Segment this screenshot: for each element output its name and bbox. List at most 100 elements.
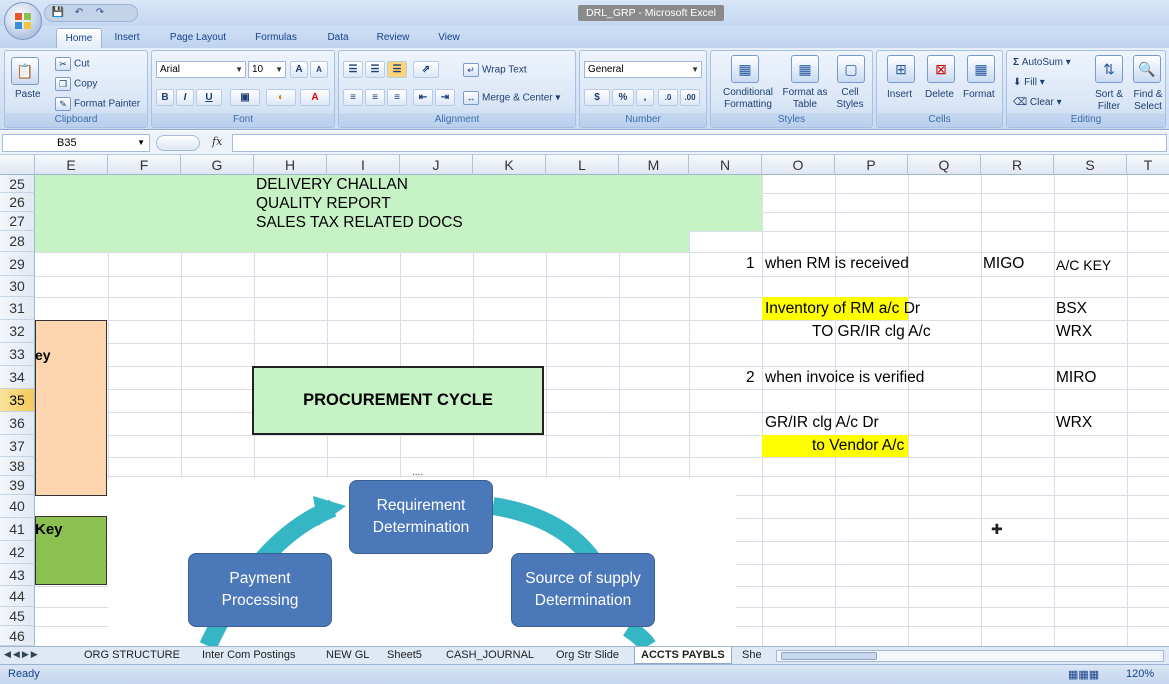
cell-h25[interactable]: DELIVERY CHALLAN	[256, 175, 408, 195]
sheet-tab[interactable]: Sheet5	[381, 647, 428, 664]
sheet-tab[interactable]: CASH_JOURNAL	[440, 647, 540, 664]
row-header[interactable]: 28	[0, 231, 35, 252]
cell-styles-button[interactable]: Cell Styles	[829, 87, 871, 111]
undo-icon[interactable]: ↶	[72, 7, 86, 19]
format-cells-icon[interactable]: ▦	[967, 55, 995, 83]
tab-formulas[interactable]: Formulas	[246, 28, 306, 48]
column-header[interactable]: E	[35, 155, 108, 175]
insert-button[interactable]: Insert	[887, 89, 912, 100]
sheet-tab-active[interactable]: ACCTS PAYBLS	[634, 647, 732, 664]
tab-page-layout[interactable]: Page Layout	[162, 28, 234, 48]
align-bottom-icon[interactable]: ☰	[387, 61, 407, 78]
comma-button[interactable]: ,	[636, 89, 654, 106]
column-header[interactable]: M	[619, 155, 689, 175]
procurement-diagram[interactable]: Requirement Determination Payment Proces…	[108, 478, 736, 646]
cell-styles-icon[interactable]: ▢	[837, 55, 865, 83]
font-color-icon[interactable]: A	[300, 89, 330, 106]
formula-buttons[interactable]	[156, 135, 200, 151]
office-button[interactable]	[4, 2, 42, 40]
column-header[interactable]: F	[108, 155, 181, 175]
row-header[interactable]: 33	[0, 343, 35, 366]
cell-r29[interactable]: MIGO	[983, 254, 1024, 274]
row-header[interactable]: 39	[0, 476, 35, 495]
align-left-icon[interactable]: ≡	[343, 89, 363, 106]
percent-button[interactable]: %	[612, 89, 634, 106]
column-header[interactable]: O	[762, 155, 835, 175]
conditional-formatting-button[interactable]: Conditional Formatting	[715, 87, 781, 111]
copy-button[interactable]: Copy	[74, 79, 97, 90]
procurement-cycle-box[interactable]: PROCUREMENT CYCLE	[252, 366, 544, 435]
decrease-decimal-icon[interactable]: .00	[680, 89, 700, 106]
sheet-tab[interactable]: Inter Com Postings	[196, 647, 302, 664]
column-header[interactable]: K	[473, 155, 546, 175]
column-header[interactable]: I	[327, 155, 400, 175]
select-all-corner[interactable]	[0, 155, 35, 175]
view-buttons-icon[interactable]: ▦▦▦	[1068, 668, 1099, 681]
fill-color-icon[interactable]: ◐	[266, 89, 296, 106]
column-header[interactable]: N	[689, 155, 762, 175]
sheet-tab[interactable]: ORG STRUCTURE	[78, 647, 186, 664]
row-header[interactable]: 34	[0, 366, 35, 389]
row-header[interactable]: 40	[0, 495, 35, 518]
delete-button[interactable]: Delete	[925, 89, 954, 100]
redo-icon[interactable]: ↷	[93, 7, 107, 19]
save-icon[interactable]: 💾	[51, 7, 65, 19]
format-as-table-button[interactable]: Format as Table	[781, 87, 829, 111]
row-header[interactable]: 41	[0, 518, 35, 541]
row-header[interactable]: 31	[0, 297, 35, 320]
row-header[interactable]: 27	[0, 212, 35, 231]
worksheet-grid[interactable]: 25 26 27 28 29 30 31 32 33 34 35 36 37 3…	[0, 175, 1169, 646]
cell-n34[interactable]: 2	[746, 368, 755, 388]
align-top-icon[interactable]: ☰	[343, 61, 363, 78]
sheet-tab[interactable]: NEW GL	[320, 647, 375, 664]
name-box[interactable]: B35 ▼	[2, 134, 150, 152]
sheet-tab[interactable]: Org Str Slide	[550, 647, 625, 664]
binoculars-icon[interactable]: 🔍	[1133, 55, 1161, 83]
row-header[interactable]: 36	[0, 412, 35, 435]
format-table-icon[interactable]: ▦	[791, 55, 819, 83]
decrease-indent-icon[interactable]: ⇤	[413, 89, 433, 106]
align-center-icon[interactable]: ≡	[365, 89, 385, 106]
paste-button[interactable]: Paste	[15, 89, 41, 100]
row-header[interactable]: 45	[0, 607, 35, 626]
row-header-selected[interactable]: 35	[0, 389, 35, 412]
cell-s29[interactable]: A/C KEY	[1056, 255, 1111, 275]
paste-icon[interactable]: 📋	[11, 57, 39, 85]
sheet-nav-arrows-icon[interactable]: ◀◀▶▶	[4, 649, 40, 660]
sheet-tab[interactable]: She	[736, 647, 768, 664]
cell-o32[interactable]: TO GR/IR clg A/c	[812, 322, 931, 342]
bold-button[interactable]: B	[156, 89, 174, 106]
zoom-level[interactable]: 120%	[1126, 668, 1154, 680]
insert-function-icon[interactable]: fx	[212, 135, 222, 148]
cell-e41[interactable]: Key	[35, 520, 63, 540]
increase-decimal-icon[interactable]: .0	[658, 89, 678, 106]
insert-cells-icon[interactable]: ⊞	[887, 55, 915, 83]
shrink-font-button[interactable]: A	[310, 61, 328, 78]
column-header[interactable]: R	[981, 155, 1054, 175]
clear-button[interactable]: Clear	[1030, 97, 1054, 108]
cell-s32[interactable]: WRX	[1056, 322, 1092, 342]
tab-review[interactable]: Review	[368, 28, 418, 48]
formula-input[interactable]	[232, 134, 1167, 152]
row-header[interactable]: 37	[0, 435, 35, 457]
sort-filter-button[interactable]: Sort & Filter	[1089, 89, 1129, 113]
requirement-determination-node[interactable]: Requirement Determination	[349, 480, 493, 554]
cell-e33[interactable]: ey	[35, 345, 51, 365]
tab-home[interactable]: Home	[56, 28, 102, 48]
increase-indent-icon[interactable]: ⇥	[435, 89, 455, 106]
cell-o37[interactable]: to Vendor A/c	[812, 436, 904, 456]
tab-view[interactable]: View	[428, 28, 470, 48]
format-button[interactable]: Format	[963, 89, 995, 100]
payment-processing-node[interactable]: Payment Processing	[188, 553, 332, 627]
column-header[interactable]: T	[1127, 155, 1169, 175]
borders-icon[interactable]: ▣	[230, 89, 260, 106]
cell-n29[interactable]: 1	[746, 254, 755, 274]
font-name-select[interactable]: Arial ▼	[156, 61, 246, 78]
cell-o29[interactable]: when RM is received	[765, 254, 909, 274]
row-header[interactable]: 32	[0, 320, 35, 343]
cell-s34[interactable]: MIRO	[1056, 368, 1096, 388]
underline-button[interactable]: U	[196, 89, 222, 106]
tab-insert[interactable]: Insert	[106, 28, 148, 48]
row-header[interactable]: 26	[0, 193, 35, 212]
row-header[interactable]: 29	[0, 252, 35, 276]
